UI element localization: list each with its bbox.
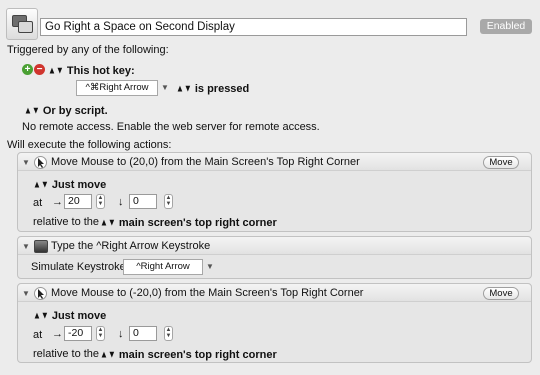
x-coordinate-field[interactable]: -20 (64, 326, 92, 341)
keyboard-icon (34, 240, 48, 253)
at-label: at (33, 329, 43, 341)
enabled-button[interactable]: Enabled (480, 19, 532, 34)
x-stepper[interactable]: ▲ ▼ (96, 194, 105, 209)
action-move-mouse-1: ▼ Move Mouse to (20,0) from the Main Scr… (17, 152, 532, 232)
macro-name-field[interactable]: Go Right a Space on Second Display (40, 18, 467, 36)
actions-heading: Will execute the following actions: (7, 139, 172, 151)
at-label: at (33, 197, 43, 209)
relative-label: relative to the (33, 216, 100, 228)
action-title: Type the ^Right Arrow Keystroke (51, 240, 211, 252)
action-type-keystroke: ▼ Type the ^Right Arrow Keystroke Simula… (17, 236, 532, 279)
x-coordinate-field[interactable]: 20 (64, 194, 92, 209)
hotkey-state-selector[interactable]: ▲▼ is pressed (176, 82, 249, 96)
up-down-icon: ▲▼ (176, 82, 192, 95)
keystroke-field[interactable]: ^Right Arrow (123, 259, 203, 275)
relative-selector[interactable]: ▲▼ main screen's top right corner (100, 216, 277, 230)
hotkey-state: is pressed (194, 83, 250, 95)
action-move-mouse-2: ▼ Move Mouse to (-20,0) from the Main Sc… (17, 283, 532, 363)
front-window-icon (18, 21, 33, 33)
macro-icon[interactable] (6, 8, 38, 40)
y-coordinate-field[interactable]: 0 (129, 194, 157, 209)
relative-label: relative to the (33, 348, 100, 360)
up-down-icon: ▲▼ (100, 348, 116, 361)
relative-selector[interactable]: ▲▼ main screen's top right corner (100, 348, 277, 362)
remote-access-text: No remote access. Enable the web server … (22, 121, 320, 133)
action-title: Move Mouse to (20,0) from the Main Scree… (51, 156, 360, 168)
mouse-pointer-icon (34, 287, 47, 300)
mouse-pointer-icon (34, 156, 47, 169)
disclosure-triangle-icon[interactable]: ▼ (22, 289, 30, 298)
down-arrow-icon: ↓ (118, 328, 124, 340)
mode-selector[interactable]: ▲▼ Just move (33, 309, 106, 323)
right-arrow-icon: → (52, 328, 63, 340)
hotkey-field[interactable]: ^⌘Right Arrow (76, 80, 158, 96)
hotkey-label: This hot key: (66, 65, 135, 77)
script-trigger-selector[interactable]: ▲▼ Or by script. (24, 104, 108, 118)
right-arrow-icon: → (52, 196, 63, 208)
script-label: Or by script. (42, 105, 108, 117)
mode-label: Just move (51, 310, 107, 322)
simulate-keystroke-label: Simulate Keystroke: (31, 261, 129, 273)
hotkey-trigger-selector[interactable]: ▲▼ This hot key: (48, 64, 135, 78)
disclosure-triangle-icon[interactable]: ▼ (22, 242, 30, 251)
up-down-icon: ▲▼ (24, 104, 40, 117)
chevron-down-icon[interactable]: ▼ (206, 262, 214, 271)
y-stepper[interactable]: ▲ ▼ (164, 194, 173, 209)
y-coordinate-field[interactable]: 0 (129, 326, 157, 341)
relative-value: main screen's top right corner (118, 217, 277, 229)
x-stepper[interactable]: ▲ ▼ (96, 326, 105, 341)
chevron-down-icon[interactable]: ▼ (161, 83, 169, 92)
move-button[interactable]: Move (483, 287, 519, 300)
up-down-icon: ▲▼ (33, 309, 49, 322)
mode-label: Just move (51, 179, 107, 191)
move-button[interactable]: Move (483, 156, 519, 169)
down-arrow-icon: ↓ (118, 196, 124, 208)
disclosure-triangle-icon[interactable]: ▼ (22, 158, 30, 167)
mode-selector[interactable]: ▲▼ Just move (33, 178, 106, 192)
add-trigger-icon[interactable]: + (22, 64, 33, 75)
up-down-icon: ▲▼ (33, 178, 49, 191)
y-stepper[interactable]: ▲ ▼ (164, 326, 173, 341)
triggers-heading: Triggered by any of the following: (7, 44, 169, 56)
up-down-icon: ▲▼ (100, 216, 116, 229)
remove-trigger-icon[interactable]: − (34, 64, 45, 75)
up-down-icon: ▲▼ (48, 64, 64, 77)
action-title: Move Mouse to (-20,0) from the Main Scre… (51, 287, 364, 299)
relative-value: main screen's top right corner (118, 349, 277, 361)
